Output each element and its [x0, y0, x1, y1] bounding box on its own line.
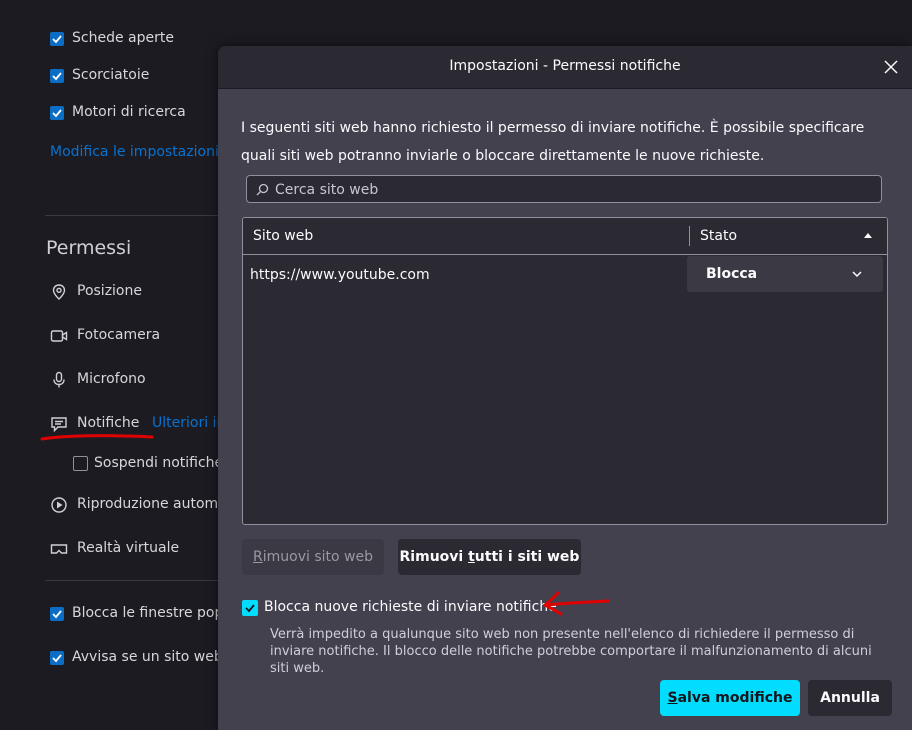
- vr-icon: [50, 544, 68, 554]
- status-dropdown[interactable]: Blocca: [687, 256, 883, 292]
- search-icon: [256, 183, 269, 196]
- permission-notifications-label: Notifiche: [77, 415, 140, 431]
- table-header: Sito web Stato: [243, 218, 887, 255]
- location-icon: [52, 284, 66, 300]
- save-access-key: S: [667, 690, 678, 706]
- suspend-notifications-checkbox[interactable]: [73, 456, 88, 471]
- checkbox-warn-addons-label: Avvisa se un sito web c: [72, 649, 235, 665]
- remove-all-sites-button[interactable]: Rimuovi tutti i siti web: [398, 539, 581, 575]
- notification-permissions-dialog: Impostazioni - Permessi notifiche I segu…: [218, 46, 912, 730]
- remove-site-access-key: R: [253, 549, 263, 565]
- section-divider: [45, 215, 235, 216]
- checkbox-warn-addons[interactable]: [50, 651, 64, 665]
- column-separator: [689, 226, 690, 246]
- search-input[interactable]: [273, 180, 877, 200]
- remove-site-button[interactable]: Rimuovi sito web: [242, 539, 384, 575]
- notifications-learn-more-link[interactable]: Ulteriori in: [152, 415, 225, 431]
- checkbox-shortcuts-label: Scorciatoie: [72, 67, 150, 83]
- checkbox-search-engines[interactable]: [50, 106, 64, 120]
- block-new-requests-label: Blocca nuove richieste di inviare notifi…: [264, 599, 557, 615]
- red-arrow-annotation: [543, 591, 610, 616]
- permission-microphone-label: Microfono: [77, 371, 146, 387]
- column-header-status[interactable]: Stato: [700, 228, 737, 244]
- save-changes-button[interactable]: Salva modifiche: [660, 680, 800, 716]
- block-new-requests-description: Verrà impedito a qualunque sito web non …: [270, 627, 872, 676]
- suspend-notifications-label: Sospendi notifiche: [94, 455, 224, 471]
- remove-all-label-start: Rimuovi: [399, 549, 469, 565]
- close-icon[interactable]: [882, 58, 900, 76]
- modify-settings-link[interactable]: Modifica le impostazioni: [50, 144, 219, 160]
- permission-autoplay-label: Riproduzione automa: [77, 496, 227, 512]
- checkbox-shortcuts[interactable]: [50, 69, 64, 83]
- permissions-heading: Permessi: [46, 237, 132, 259]
- autoplay-icon: [51, 497, 67, 513]
- section-divider: [45, 580, 235, 581]
- site-url: https://www.youtube.com: [250, 267, 430, 283]
- sites-table: Sito web Stato https://www.youtube.com B…: [242, 217, 888, 525]
- red-underline-annotation: [40, 434, 154, 441]
- microphone-icon: [53, 371, 65, 388]
- checkbox-open-tabs-label: Schede aperte: [72, 30, 174, 46]
- cancel-button[interactable]: Annulla: [808, 680, 892, 716]
- remove-all-label-end: utti i siti web: [474, 549, 580, 565]
- permission-camera-label: Fotocamera: [77, 327, 161, 343]
- status-selected-value: Blocca: [706, 266, 758, 282]
- checkbox-open-tabs[interactable]: [50, 32, 64, 46]
- block-new-requests-checkbox[interactable]: [242, 600, 258, 616]
- column-header-site[interactable]: Sito web: [253, 228, 313, 244]
- permission-vr-label: Realtà virtuale: [77, 540, 180, 556]
- permission-location-label: Posizione: [77, 283, 142, 299]
- search-box[interactable]: [246, 175, 882, 203]
- checkbox-block-popups-label: Blocca le finestre pop-: [72, 605, 229, 621]
- dialog-title: Impostazioni - Permessi notifiche: [449, 58, 681, 74]
- dialog-header: Impostazioni - Permessi notifiche: [218, 46, 912, 89]
- remove-all-access-key: t: [468, 549, 475, 565]
- chevron-down-icon: [852, 271, 862, 278]
- checkbox-block-popups[interactable]: [50, 607, 64, 621]
- remove-site-label: imuovi sito web: [262, 549, 373, 565]
- checkbox-search-engines-label: Motori di ricerca: [72, 104, 186, 120]
- sort-ascending-icon: [864, 233, 872, 238]
- save-label: alva modifiche: [677, 690, 793, 706]
- dialog-description: I seguenti siti web hanno richiesto il p…: [241, 120, 865, 164]
- camera-icon: [50, 330, 68, 342]
